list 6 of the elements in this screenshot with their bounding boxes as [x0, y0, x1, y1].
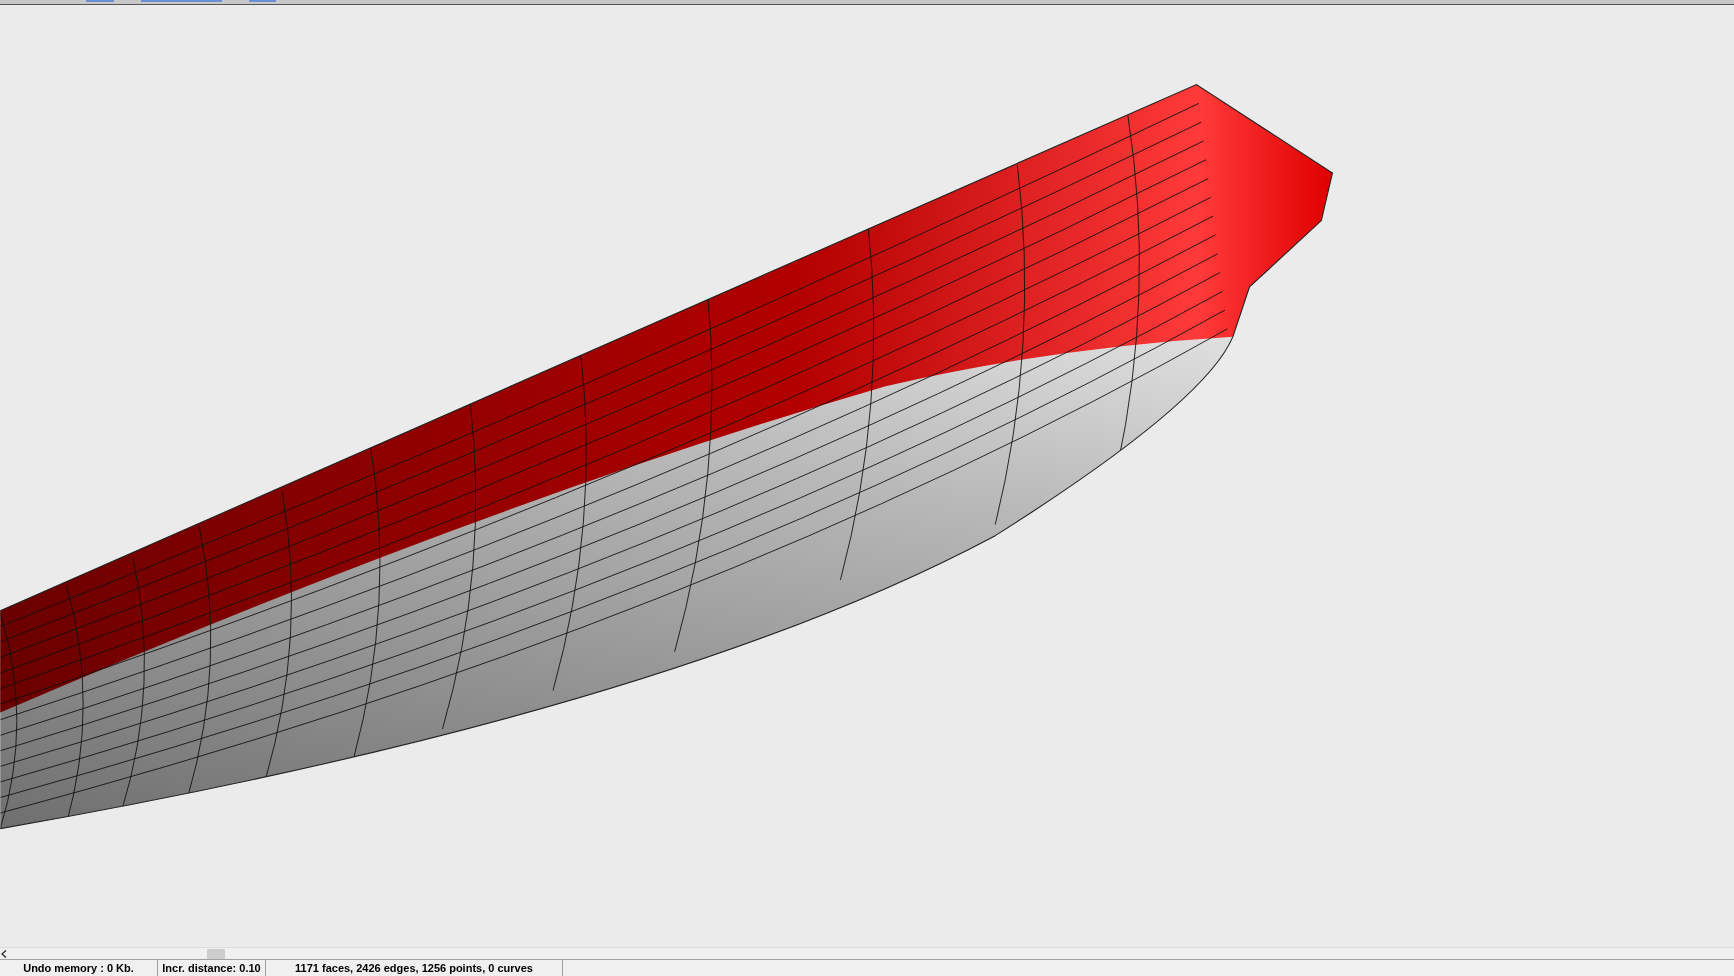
scroll-left-icon[interactable] — [1, 949, 7, 958]
status-panel: Incr. distance: 0.10 — [158, 960, 266, 976]
status-panel: 1171 faces, 2426 edges, 1256 points, 0 curves — [266, 960, 563, 976]
horizontal-scrollbar[interactable] — [0, 947, 1734, 959]
scrollbar-thumb[interactable] — [207, 949, 225, 959]
status-panel: Undo memory : 0 Kb. — [0, 960, 158, 976]
